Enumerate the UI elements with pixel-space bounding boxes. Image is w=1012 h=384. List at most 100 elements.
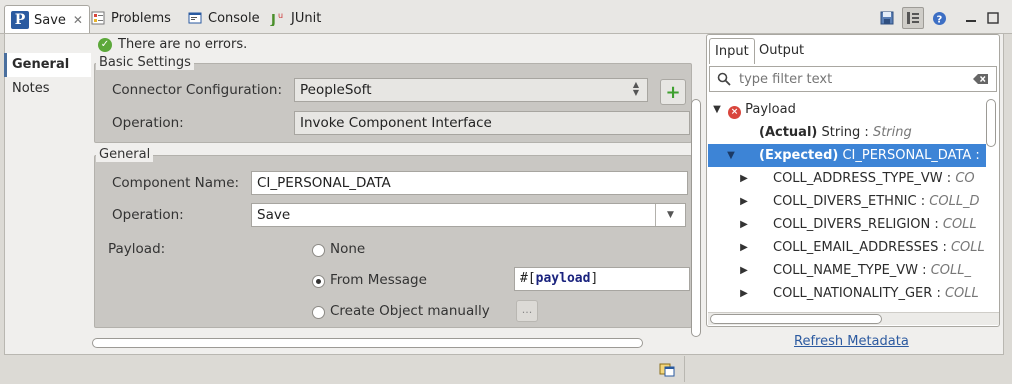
save-icon[interactable] xyxy=(878,9,896,27)
expected-name: CI_PERSONAL_DATA : xyxy=(842,148,980,163)
tree-row-child[interactable]: ▶ COLL_DIVERS_RELIGION : COLL xyxy=(708,213,986,236)
clear-filter-icon[interactable] xyxy=(973,72,989,86)
radio-from-message-label: From Message xyxy=(330,272,427,288)
help-icon[interactable]: ? xyxy=(930,9,948,27)
side-tab-notes[interactable]: Notes xyxy=(4,77,91,101)
general-legend: General xyxy=(96,148,154,162)
collapsed-arrow-icon[interactable]: ▶ xyxy=(738,259,750,282)
search-icon xyxy=(717,72,731,86)
status-line: ✓ There are no errors. xyxy=(98,37,247,52)
child-name: COLL_ADDRESS_TYPE_VW xyxy=(773,171,943,186)
tree-row-child[interactable]: ▶ COLL_NATIONALITY_GER : COLL xyxy=(708,282,986,305)
tree-row-child[interactable]: ▶ COLL_ADDRESS_TYPE_VW : CO xyxy=(708,167,986,190)
actual-label: (Actual) xyxy=(759,125,818,140)
child-type: COLL xyxy=(944,286,979,301)
tree-vertical-scroll-thumb[interactable] xyxy=(986,99,996,147)
add-connector-button[interactable]: + xyxy=(660,79,686,105)
payload-label: Payload: xyxy=(108,241,166,257)
expanded-arrow-icon[interactable]: ▼ xyxy=(725,144,737,167)
component-name-input[interactable]: CI_PERSONAL_DATA xyxy=(251,171,688,195)
form-vertical-scrollbar[interactable] xyxy=(690,65,702,337)
child-name: COLL_NATIONALITY_GER xyxy=(773,286,933,301)
general-operation-select[interactable]: Save ▼ xyxy=(251,203,686,227)
operation-label-general: Operation: xyxy=(112,207,184,223)
tab-output-label: Output xyxy=(759,43,805,58)
tree-row-actual[interactable]: (Actual) String : String xyxy=(708,121,986,144)
child-type: COLL_D xyxy=(929,194,980,209)
operation-label-basic: Operation: xyxy=(112,115,184,131)
form-horizontal-scroll-thumb[interactable] xyxy=(92,338,643,348)
tab-output[interactable]: Output xyxy=(754,38,809,64)
tab-console-label: Console xyxy=(208,10,260,26)
close-icon[interactable]: ✕ xyxy=(73,13,83,27)
radio-create-object[interactable] xyxy=(312,306,325,319)
radio-from-message[interactable] xyxy=(312,275,325,288)
actual-type: String xyxy=(872,125,912,140)
expression-suffix: ] xyxy=(590,271,599,286)
tab-save-label: Save xyxy=(34,12,66,28)
collapsed-arrow-icon[interactable]: ▶ xyxy=(738,282,750,305)
tree-row-child[interactable]: ▶ COLL_DIVERS_ETHNIC : COLL_D xyxy=(708,190,986,213)
radio-create-object-label: Create Object manually xyxy=(330,303,490,319)
browse-button[interactable]: ... xyxy=(516,300,538,322)
collapsed-arrow-icon[interactable]: ▶ xyxy=(738,190,750,213)
basic-operation-select[interactable]: Invoke Component Interface xyxy=(294,111,690,135)
component-name-value: CI_PERSONAL_DATA xyxy=(257,175,391,191)
tree-horizontal-scrollbar[interactable] xyxy=(708,312,999,325)
radio-none-label: None xyxy=(330,241,366,257)
side-tab-general[interactable]: General xyxy=(4,53,91,77)
connector-configuration-select[interactable]: PeopleSoft ▲ ▼ xyxy=(294,78,648,102)
svg-text:J: J xyxy=(270,13,276,26)
peoplesoft-icon: P xyxy=(11,11,29,29)
refresh-metadata-link[interactable]: Refresh Metadata xyxy=(794,334,909,349)
tab-input[interactable]: Input xyxy=(709,38,755,64)
child-name: COLL_DIVERS_ETHNIC xyxy=(773,194,917,209)
tab-problems[interactable]: Problems xyxy=(90,5,171,31)
expected-label: (Expected) xyxy=(759,148,839,163)
tree-row-child[interactable]: ▶ COLL_EMAIL_ADDRESSES : COLL xyxy=(708,236,986,259)
child-type: COLL xyxy=(942,217,977,232)
problems-icon xyxy=(90,10,106,26)
svg-text:?: ? xyxy=(936,14,942,25)
spinner-arrows-icon: ▲ ▼ xyxy=(632,80,639,97)
side-tab-general-label: General xyxy=(12,57,70,72)
collapsed-arrow-icon[interactable]: ▶ xyxy=(738,213,750,236)
tab-input-label: Input xyxy=(715,44,749,59)
refresh-metadata-label: Refresh Metadata xyxy=(794,334,909,349)
tab-console[interactable]: Console xyxy=(187,5,260,31)
tab-junit-label: JUnit xyxy=(291,10,322,26)
minimize-icon[interactable] xyxy=(962,9,980,27)
child-type: COLL_ xyxy=(930,263,971,278)
collapsed-arrow-icon[interactable]: ▶ xyxy=(738,167,750,190)
error-icon: × xyxy=(728,106,741,119)
tree-row-expected[interactable]: ▼ (Expected) CI_PERSONAL_DATA : xyxy=(708,144,986,167)
tab-problems-label: Problems xyxy=(111,10,171,26)
fast-view-icon[interactable] xyxy=(656,359,678,379)
layout-icon[interactable] xyxy=(902,7,924,29)
status-message: There are no errors. xyxy=(118,37,248,52)
tab-junit[interactable]: Ju JUnit xyxy=(270,5,321,31)
payload-node-label: Payload xyxy=(745,102,796,117)
tree-row-child[interactable]: ▶ COLL_NAME_TYPE_VW : COLL_ xyxy=(708,259,986,282)
plus-icon: + xyxy=(665,81,681,103)
expression-prefix: #[ xyxy=(520,271,536,286)
radio-none[interactable] xyxy=(312,244,325,257)
metadata-filter-box[interactable] xyxy=(709,66,997,92)
tree-horizontal-scroll-thumb[interactable] xyxy=(710,314,882,324)
filter-input[interactable] xyxy=(737,70,967,88)
child-name: COLL_NAME_TYPE_VW xyxy=(773,263,919,278)
message-expression-input[interactable]: #[payload] xyxy=(514,267,690,291)
collapsed-arrow-icon[interactable]: ▶ xyxy=(738,236,750,259)
tree-row-payload[interactable]: ▼ × Payload xyxy=(708,98,986,121)
form-vertical-scroll-thumb[interactable] xyxy=(691,99,701,337)
svg-text:u: u xyxy=(278,11,283,20)
console-icon xyxy=(187,10,203,26)
expression-keyword: payload xyxy=(535,271,591,286)
child-type: COLL xyxy=(950,240,985,255)
maximize-icon[interactable] xyxy=(984,9,1002,27)
chevron-down-icon[interactable]: ▼ xyxy=(655,204,685,226)
general-operation-value: Save xyxy=(257,207,291,223)
expanded-arrow-icon[interactable]: ▼ xyxy=(711,98,723,121)
tab-save[interactable]: P Save ✕ xyxy=(4,5,90,34)
actual-name: String xyxy=(821,125,861,140)
